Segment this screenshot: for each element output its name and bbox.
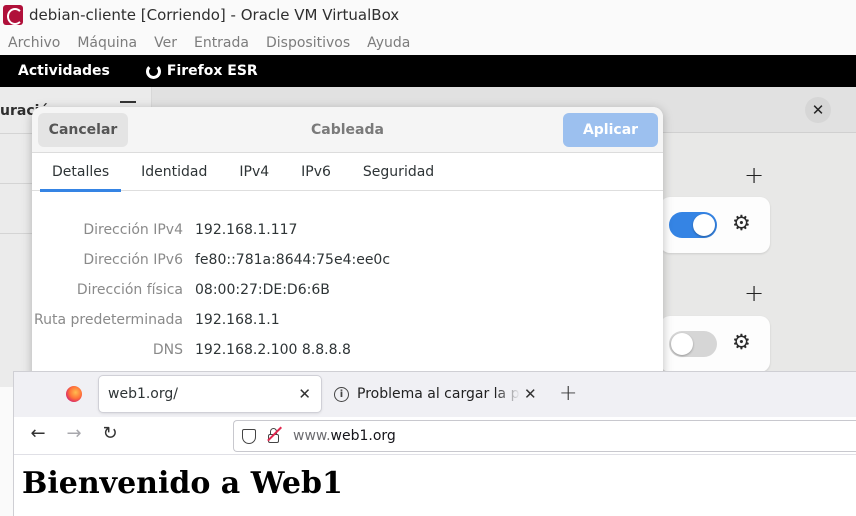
connection-toggle-on[interactable] xyxy=(669,212,717,238)
menu-entrada[interactable]: Entrada xyxy=(194,35,249,51)
detail-row: Dirección física 08:00:27:DE:D6:6B xyxy=(32,275,663,305)
connection-toggle-off[interactable] xyxy=(669,331,717,357)
page-heading: Bienvenido a Web1 xyxy=(22,466,343,501)
menu-archivo[interactable]: Archivo xyxy=(8,35,60,51)
connection-card: ⚙ xyxy=(660,197,770,253)
menu-maquina[interactable]: Máquina xyxy=(77,35,137,51)
gear-icon[interactable]: ⚙ xyxy=(732,213,751,234)
add-vpn-icon[interactable]: + xyxy=(744,279,764,307)
app-menu-label: Firefox ESR xyxy=(166,63,258,79)
add-connection-icon[interactable]: + xyxy=(744,161,764,189)
menu-ayuda[interactable]: Ayuda xyxy=(367,35,410,51)
url-prefix: www. xyxy=(293,428,331,444)
connection-card: ⚙ xyxy=(660,316,770,372)
shield-icon[interactable] xyxy=(242,428,256,444)
dialog-header: Cancelar Cableada Aplicar xyxy=(32,107,663,153)
tab-title: Problema al cargar la página xyxy=(357,386,520,402)
reload-icon[interactable]: ↻ xyxy=(98,423,122,444)
detail-label: Dirección física xyxy=(76,282,183,298)
detail-label: Dirección IPv6 xyxy=(83,252,183,268)
menu-dispositivos[interactable]: Dispositivos xyxy=(266,35,350,51)
firefox-icon xyxy=(145,63,161,79)
tab-detalles[interactable]: Detalles xyxy=(40,153,122,192)
close-tab-icon[interactable]: ✕ xyxy=(524,385,537,403)
insecure-lock-icon[interactable] xyxy=(268,428,279,443)
url-bar[interactable]: www. web1.org xyxy=(233,420,856,452)
app-menu-button[interactable]: Firefox ESR xyxy=(145,63,258,79)
firefox-nav-bar: ← → ↻ www. web1.org xyxy=(14,417,856,455)
vbox-menu-bar: Archivo Máquina Ver Entrada Dispositivos… xyxy=(0,30,856,55)
cancel-button[interactable]: Cancelar xyxy=(38,113,128,147)
detail-row: DNS 192.168.2.100 8.8.8.8 xyxy=(32,335,663,365)
info-icon: i xyxy=(334,386,349,402)
url-domain: web1.org xyxy=(330,428,396,444)
tab-title: web1.org/ xyxy=(108,386,178,402)
firefox-window: web1.org/ ✕ i Problema al cargar la pági… xyxy=(13,371,856,516)
detail-value: fe80::781a:8644:75e4:ee0c xyxy=(195,252,391,268)
wired-connection-dialog: Cancelar Cableada Aplicar Detalles Ident… xyxy=(32,107,663,387)
firefox-tab-bar: web1.org/ ✕ i Problema al cargar la pági… xyxy=(14,372,856,417)
detail-label: Dirección IPv4 xyxy=(83,222,183,238)
page-content: Bienvenido a Web1 xyxy=(14,456,856,516)
detail-value: 192.168.1.1 xyxy=(195,312,280,328)
detail-row: Dirección IPv6 fe80::781a:8644:75e4:ee0c xyxy=(32,245,663,275)
detail-value: 192.168.1.117 xyxy=(195,222,298,238)
close-tab-icon[interactable]: ✕ xyxy=(298,385,311,403)
vbox-title-bar: debian-cliente [Corriendo] - Oracle VM V… xyxy=(0,0,856,30)
browser-tab-active[interactable]: web1.org/ ✕ xyxy=(99,376,321,412)
details-list: Dirección IPv4 192.168.1.117 Dirección I… xyxy=(32,215,663,365)
tab-seguridad[interactable]: Seguridad xyxy=(351,153,446,191)
gnome-top-bar: Actividades Firefox ESR xyxy=(0,55,856,87)
detail-label: Ruta predeterminada xyxy=(34,312,183,328)
tab-ipv6[interactable]: IPv6 xyxy=(289,153,343,191)
detail-value: 192.168.2.100 8.8.8.8 xyxy=(195,342,351,358)
detail-row: Ruta predeterminada 192.168.1.1 xyxy=(32,305,663,335)
activities-button[interactable]: Actividades xyxy=(18,63,110,79)
dialog-tab-bar: Detalles Identidad IPv4 IPv6 Seguridad xyxy=(32,153,663,192)
close-icon[interactable]: ✕ xyxy=(805,97,831,123)
apply-button[interactable]: Aplicar xyxy=(563,113,658,147)
new-tab-icon[interactable]: + xyxy=(559,381,577,406)
detail-value: 08:00:27:DE:D6:6B xyxy=(195,282,330,298)
detail-label: DNS xyxy=(152,342,183,358)
browser-tab[interactable]: i Problema al cargar la página ✕ xyxy=(332,376,542,412)
tab-identidad[interactable]: Identidad xyxy=(129,153,219,191)
gear-icon[interactable]: ⚙ xyxy=(732,332,751,353)
back-arrow-icon[interactable]: ← xyxy=(26,423,50,444)
detail-row: Dirección IPv4 192.168.1.117 xyxy=(32,215,663,245)
tab-ipv4[interactable]: IPv4 xyxy=(227,153,281,191)
vbox-window-title: debian-cliente [Corriendo] - Oracle VM V… xyxy=(29,6,400,24)
menu-ver[interactable]: Ver xyxy=(154,35,177,51)
debian-logo-icon xyxy=(3,5,23,25)
firefox-logo-icon[interactable] xyxy=(66,386,82,402)
forward-arrow-icon[interactable]: → xyxy=(62,423,86,444)
